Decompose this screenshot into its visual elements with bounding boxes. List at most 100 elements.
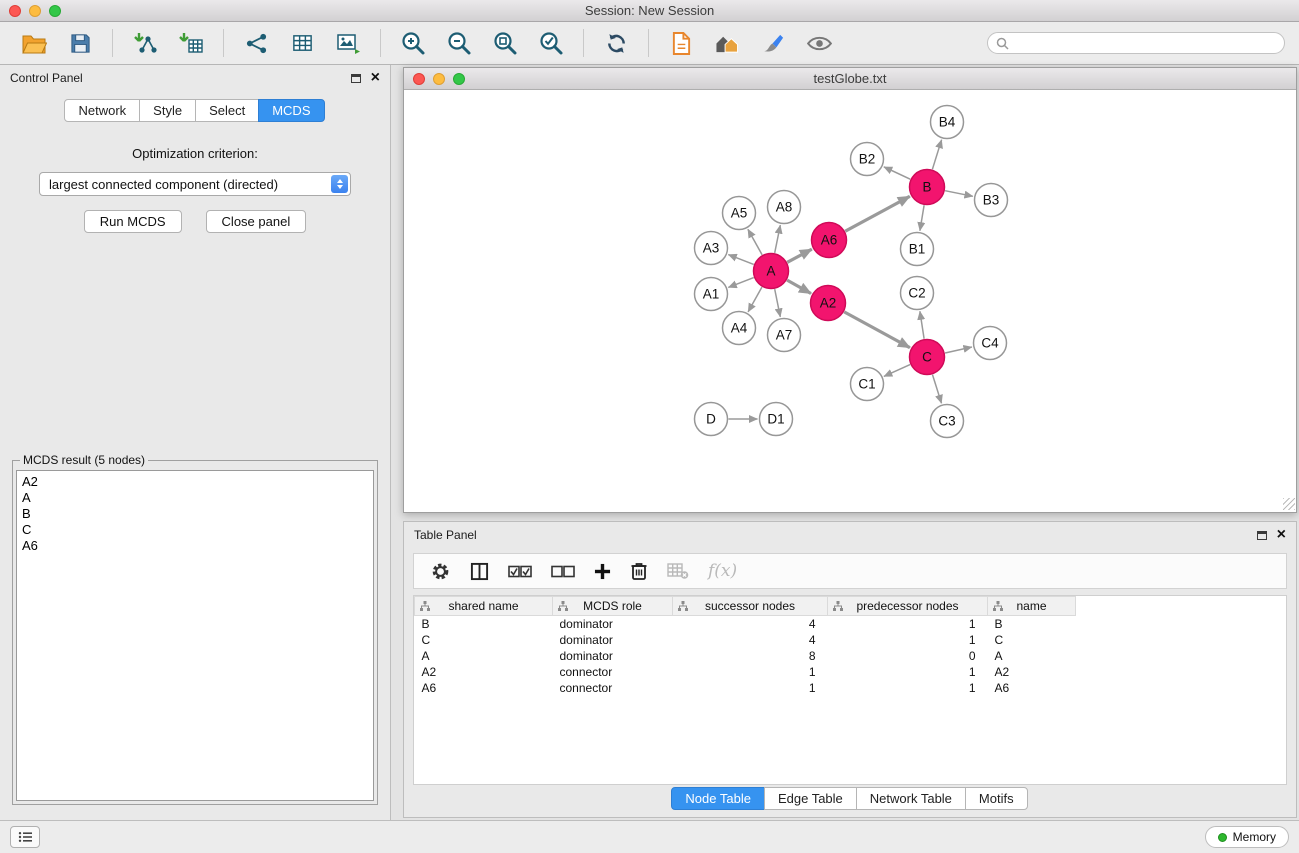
table-row[interactable]: A2connector11A2 xyxy=(415,664,1287,680)
apply-layout-button[interactable] xyxy=(596,26,636,60)
new-table-button[interactable] xyxy=(282,26,322,60)
graph-node-A1[interactable]: A1 xyxy=(695,278,728,311)
graph-edge-A-A5[interactable] xyxy=(748,229,762,255)
graph-edge-C-C4[interactable] xyxy=(945,347,972,353)
delete-table-button[interactable] xyxy=(667,554,689,588)
tab-motifs[interactable]: Motifs xyxy=(965,787,1028,810)
tab-mcds[interactable]: MCDS xyxy=(258,99,324,122)
graph-node-C[interactable]: C xyxy=(910,340,945,375)
mcds-result-item[interactable]: C xyxy=(22,522,368,538)
graph-node-A4[interactable]: A4 xyxy=(723,312,756,345)
tab-select[interactable]: Select xyxy=(195,99,259,122)
deselect-all-button[interactable] xyxy=(551,554,575,588)
open-document-button[interactable] xyxy=(661,26,701,60)
zoom-fit-button[interactable] xyxy=(485,26,525,60)
save-session-button[interactable] xyxy=(60,26,100,60)
tab-edge-table[interactable]: Edge Table xyxy=(764,787,857,810)
float-panel-icon[interactable] xyxy=(351,74,361,83)
tab-style[interactable]: Style xyxy=(139,99,196,122)
network-canvas[interactable]: B4B2BB3A5A8A6B1A3AC2A1A2A4A7C4CC1C3DD1 xyxy=(404,90,1296,511)
search-input[interactable] xyxy=(1015,36,1276,50)
graph-node-B4[interactable]: B4 xyxy=(931,106,964,139)
mcds-result-list[interactable]: A2ABCA6 xyxy=(16,470,374,801)
close-panel-icon[interactable]: × xyxy=(371,72,380,84)
graph-edge-B-B4[interactable] xyxy=(932,140,941,170)
graph-edge-C-C3[interactable] xyxy=(933,375,942,404)
graph-edge-A-A4[interactable] xyxy=(748,287,762,312)
function-builder-button[interactable]: f(x) xyxy=(708,561,737,581)
graph-edge-A-A6[interactable] xyxy=(787,249,812,262)
graph-node-D1[interactable]: D1 xyxy=(760,403,793,436)
graph-edge-A-A2[interactable] xyxy=(787,280,811,293)
mcds-result-item[interactable]: A2 xyxy=(22,474,368,490)
column-header[interactable]: shared name xyxy=(415,597,553,616)
zoom-selected-button[interactable] xyxy=(531,26,571,60)
zoom-in-button[interactable] xyxy=(393,26,433,60)
style-brush-button[interactable] xyxy=(753,26,793,60)
select-all-button[interactable] xyxy=(508,554,532,588)
table-settings-button[interactable] xyxy=(430,554,451,588)
graph-edge-C-C2[interactable] xyxy=(920,311,924,338)
graph-node-C4[interactable]: C4 xyxy=(974,327,1007,360)
graph-node-D[interactable]: D xyxy=(695,403,728,436)
show-hide-button[interactable] xyxy=(799,26,839,60)
graph-edge-C-C1[interactable] xyxy=(884,365,910,377)
import-table-button[interactable] xyxy=(171,26,211,60)
show-columns-button[interactable] xyxy=(470,554,489,588)
graph-node-A8[interactable]: A8 xyxy=(768,191,801,224)
network-graph[interactable]: B4B2BB3A5A8A6B1A3AC2A1A2A4A7C4CC1C3DD1 xyxy=(404,90,1296,511)
graph-edge-B-B1[interactable] xyxy=(920,205,924,230)
network-zoom-button[interactable] xyxy=(453,73,465,85)
graph-node-B3[interactable]: B3 xyxy=(975,184,1008,217)
export-image-button[interactable] xyxy=(328,26,368,60)
table-row[interactable]: Bdominator41B xyxy=(415,616,1287,632)
graph-node-A[interactable]: A xyxy=(754,254,789,289)
float-table-panel-icon[interactable] xyxy=(1257,531,1267,540)
task-history-button[interactable] xyxy=(10,826,40,848)
graph-node-C1[interactable]: C1 xyxy=(851,368,884,401)
minimize-window-button[interactable] xyxy=(29,5,41,17)
graph-edge-B-B2[interactable] xyxy=(884,167,910,179)
add-column-button[interactable] xyxy=(594,554,611,588)
import-network-button[interactable] xyxy=(125,26,165,60)
graph-node-A5[interactable]: A5 xyxy=(723,197,756,230)
home-button[interactable] xyxy=(707,26,747,60)
graph-edge-A-A3[interactable] xyxy=(728,255,753,265)
graph-edge-A-A7[interactable] xyxy=(775,289,781,317)
run-mcds-button[interactable]: Run MCDS xyxy=(84,210,182,233)
graph-edge-A-A8[interactable] xyxy=(775,225,781,253)
mcds-result-item[interactable]: A xyxy=(22,490,368,506)
delete-column-button[interactable] xyxy=(630,554,648,588)
zoom-window-button[interactable] xyxy=(49,5,61,17)
column-header[interactable]: predecessor nodes xyxy=(828,597,988,616)
column-header[interactable]: MCDS role xyxy=(553,597,673,616)
close-table-panel-icon[interactable]: × xyxy=(1277,529,1286,541)
close-window-button[interactable] xyxy=(9,5,21,17)
open-session-button[interactable] xyxy=(14,26,54,60)
close-panel-button[interactable]: Close panel xyxy=(206,210,307,233)
column-header[interactable]: successor nodes xyxy=(673,597,828,616)
memory-button[interactable]: Memory xyxy=(1205,826,1289,848)
graph-node-B[interactable]: B xyxy=(910,170,945,205)
table-row[interactable]: Adominator80A xyxy=(415,648,1287,664)
graph-edge-B-B3[interactable] xyxy=(945,191,973,197)
resize-grip[interactable] xyxy=(1283,498,1295,510)
mcds-result-item[interactable]: B xyxy=(22,506,368,522)
graph-node-A3[interactable]: A3 xyxy=(695,232,728,265)
graph-edge-A2-C[interactable] xyxy=(844,312,910,348)
graph-node-A6[interactable]: A6 xyxy=(812,223,847,258)
graph-node-C3[interactable]: C3 xyxy=(931,405,964,438)
column-header[interactable]: name xyxy=(988,597,1076,616)
mcds-result-item[interactable]: A6 xyxy=(22,538,368,554)
graph-node-A7[interactable]: A7 xyxy=(768,319,801,352)
tab-node-table[interactable]: Node Table xyxy=(671,787,765,810)
toolbar-search[interactable] xyxy=(987,32,1285,54)
graph-node-A2[interactable]: A2 xyxy=(811,286,846,321)
graph-node-B2[interactable]: B2 xyxy=(851,143,884,176)
tab-network[interactable]: Network xyxy=(64,99,140,122)
graph-edge-A-A1[interactable] xyxy=(728,278,753,288)
table-row[interactable]: Cdominator41C xyxy=(415,632,1287,648)
graph-node-B1[interactable]: B1 xyxy=(901,233,934,266)
graph-edge-A6-B[interactable] xyxy=(845,196,910,231)
new-network-button[interactable] xyxy=(236,26,276,60)
